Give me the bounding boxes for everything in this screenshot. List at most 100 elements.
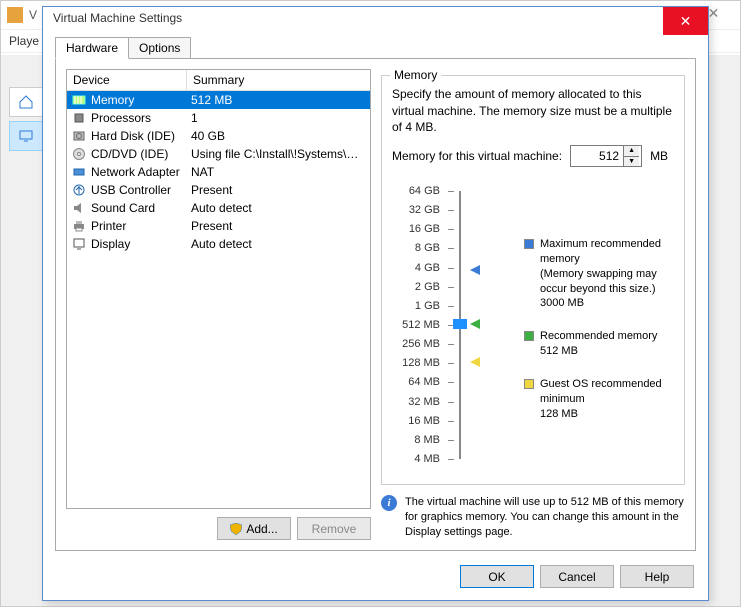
sidebar-home-button[interactable] [9,87,43,117]
device-name: USB Controller [91,183,171,197]
legend-rec-swatch [524,331,534,341]
memory-input-row: Memory for this virtual machine: ▲ ▼ MB [392,145,674,167]
app-icon [7,7,23,23]
device-buttons: Add... Remove [66,517,371,540]
device-row-cd[interactable]: CD/DVD (IDE) Using file C:\Install\!Syste… [67,145,370,163]
device-row-memory[interactable]: Memory512 MB [67,91,370,109]
remove-button: Remove [297,517,371,540]
memory-group-title: Memory [390,68,441,82]
memory-input-label: Memory for this virtual machine: [392,149,562,163]
device-row-hdd[interactable]: Hard Disk (IDE) 40 GB [67,127,370,145]
add-button[interactable]: Add... [217,517,291,540]
dialog-close-button[interactable]: ✕ [663,7,708,35]
slider-thumb[interactable] [453,319,467,329]
scale-label: 32 GB [392,204,440,216]
device-row-cpu[interactable]: Processors 1 [67,109,370,127]
device-name: Hard Disk (IDE) [91,129,175,143]
memory-slider-zone: 64 GB32 GB16 GB8 GB4 GB2 GB1 GB512 MB256… [392,185,674,465]
device-name: Memory [91,93,134,107]
device-panel: Device Summary Memory512 MB Processors 1 Ha… [66,69,371,540]
hdd-icon [71,128,87,144]
cd-icon [71,146,87,162]
cancel-button[interactable]: Cancel [540,565,614,588]
memory-group: Memory Specify the amount of memory allo… [381,75,685,485]
ok-button[interactable]: OK [460,565,534,588]
scale-label: 1 GB [392,300,440,312]
device-summary: Auto detect [187,201,370,215]
parent-title: V [29,8,37,22]
tab-content: Device Summary Memory512 MBProcessors1Ha… [55,58,696,551]
device-summary: 40 GB [187,129,370,143]
col-summary[interactable]: Summary [187,70,370,90]
scale-label: 512 MB [392,319,440,331]
remove-button-label: Remove [312,522,357,536]
legend-min-swatch [524,379,534,389]
device-name: Network Adapter [91,165,180,179]
memory-spinner[interactable]: ▲ ▼ [570,145,642,167]
home-icon [18,94,34,110]
scale-label: 8 GB [392,242,440,254]
device-summary: Using file C:\Install\!Systems\MyH... [187,147,370,161]
dialog-title: Virtual Machine Settings [53,11,182,25]
device-name: Display [91,237,130,251]
scale-label: 256 MB [392,338,440,350]
memory-description: Specify the amount of memory allocated t… [392,86,674,135]
col-device[interactable]: Device [67,70,187,90]
device-summary: Auto detect [187,237,370,251]
legend-rec-value: 512 MB [540,344,657,359]
scale-label: 64 GB [392,185,440,197]
device-name: Processors [91,111,151,125]
scale-label: 64 MB [392,376,440,388]
help-button[interactable]: Help [620,565,694,588]
info-icon: i [381,495,397,511]
graphics-memory-text: The virtual machine will use up to 512 M… [405,495,685,540]
slider-legend: Maximum recommended memory (Memory swapp… [484,185,674,465]
memory-unit: MB [650,149,668,163]
device-list-header: Device Summary [67,70,370,91]
dialog-titlebar: Virtual Machine Settings [43,7,708,28]
memory-panel: Memory Specify the amount of memory allo… [381,69,685,540]
legend-min: Guest OS recommended minimum 128 MB [524,377,674,422]
scale-label: 2 GB [392,281,440,293]
display-icon [71,236,87,252]
parent-toolbar-label: Playe [9,34,39,48]
cpu-icon [71,110,87,126]
min-marker [470,357,480,367]
device-name: Printer [91,219,126,233]
usb-icon [71,182,87,198]
device-row-display[interactable]: Display Auto detect [67,235,370,253]
spinner-buttons: ▲ ▼ [623,146,639,166]
slider-track[interactable] [444,185,484,465]
device-summary: 1 [187,111,370,125]
slider-scale-labels: 64 GB32 GB16 GB8 GB4 GB2 GB1 GB512 MB256… [392,185,444,465]
spin-up[interactable]: ▲ [624,146,639,157]
recommended-marker [470,319,480,329]
scale-label: 16 MB [392,415,440,427]
scale-label: 16 GB [392,223,440,235]
device-row-nic[interactable]: Network AdapterNAT [67,163,370,181]
monitor-icon [18,128,34,144]
add-button-label: Add... [246,522,277,536]
legend-rec-label: Recommended memory [540,329,657,344]
legend-max-note: (Memory swapping may occur beyond this s… [540,267,674,297]
tab-options[interactable]: Options [128,37,191,59]
device-name: Sound Card [91,201,155,215]
settings-dialog: Virtual Machine Settings ✕ Hardware Opti… [42,6,709,601]
memory-input[interactable] [571,146,623,166]
sound-icon [71,200,87,216]
nic-icon [71,164,87,180]
device-list[interactable]: Device Summary Memory512 MB Processors 1 Ha… [66,69,371,509]
scale-label: 32 MB [392,396,440,408]
dialog-footer: OK Cancel Help [43,555,708,600]
shield-icon [230,523,242,535]
sidebar-vm-button[interactable] [9,121,43,151]
spin-down[interactable]: ▼ [624,157,639,167]
printer-icon [71,218,87,234]
legend-min-value: 128 MB [540,407,674,422]
device-name: CD/DVD (IDE) [91,147,168,161]
device-row-sound[interactable]: Sound Card Auto detect [67,199,370,217]
device-row-usb[interactable]: USB ControllerPresent [67,181,370,199]
device-row-printer[interactable]: PrinterPresent [67,217,370,235]
tab-hardware[interactable]: Hardware [55,37,129,59]
legend-max: Maximum recommended memory (Memory swapp… [524,237,674,311]
